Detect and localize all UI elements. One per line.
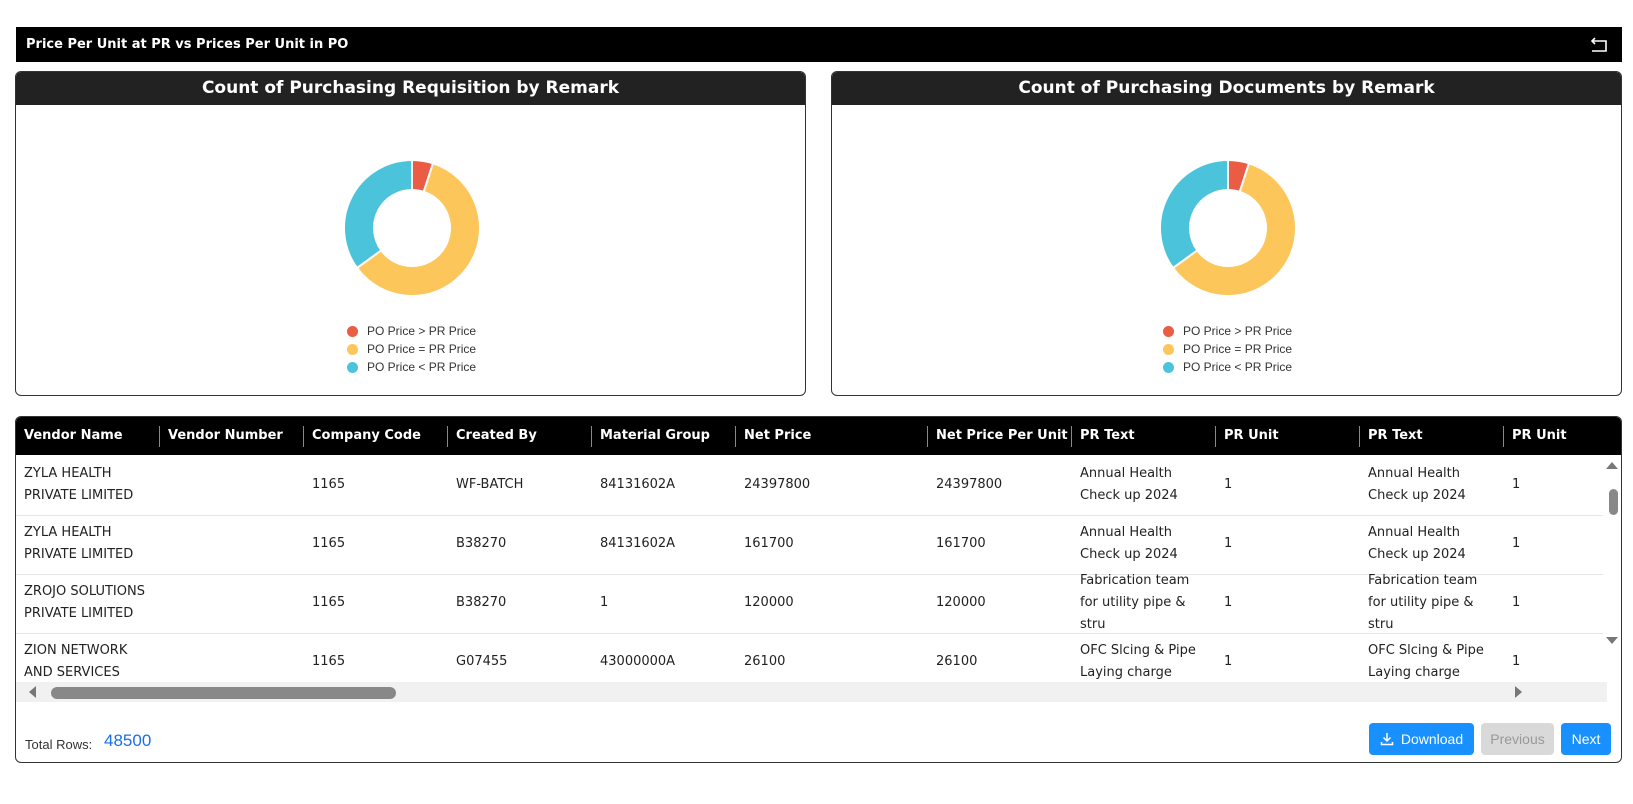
table-cell: Fabrication team for utility pipe & stru bbox=[1368, 573, 1478, 632]
legend-label: PO Price > PR Price bbox=[1183, 324, 1293, 338]
column-header[interactable]: Net Price Per Unit bbox=[928, 417, 1072, 455]
chart-title: Count of Purchasing Requisition by Remar… bbox=[16, 72, 805, 105]
table-cell: 24397800 bbox=[936, 477, 1003, 492]
chart-title: Count of Purchasing Documents by Remark bbox=[832, 72, 1621, 105]
table-cell bbox=[160, 455, 304, 515]
table-row[interactable]: ZROJO SOLUTIONS PRIVATE LIMITED 1165 B3827… bbox=[16, 573, 1603, 634]
table-cell bbox=[160, 573, 304, 633]
table-cell: 24397800 bbox=[744, 477, 811, 492]
table-cell: B38270 bbox=[456, 595, 507, 610]
table-cell: 120000 bbox=[744, 595, 794, 610]
table-cell: Annual Health Check up 2024 bbox=[1368, 525, 1466, 562]
legend-label: PO Price < PR Price bbox=[1183, 360, 1293, 374]
donut-chart-requisition bbox=[343, 158, 481, 297]
column-header[interactable]: Vendor Number bbox=[160, 417, 304, 455]
page-header: Price Per Unit at PR vs Prices Per Unit … bbox=[16, 27, 1622, 62]
horizontal-scrollbar[interactable] bbox=[16, 682, 1607, 702]
next-button[interactable]: Next bbox=[1561, 723, 1611, 755]
table-header: Vendor Name Vendor Number Company Code Crea… bbox=[16, 417, 1621, 455]
table-cell: 1 bbox=[1224, 477, 1233, 492]
table-cell: B38270 bbox=[456, 536, 507, 551]
legend-dot bbox=[347, 343, 358, 355]
table-cell: Fabrication team for utility pipe & stru bbox=[1080, 573, 1190, 632]
legend-dot bbox=[347, 361, 358, 373]
legend-item-greater[interactable]: PO Price > PR Price bbox=[347, 322, 476, 340]
table-cell: ZYLA HEALTH PRIVATE LIMITED bbox=[24, 466, 134, 503]
table-cell: ZROJO SOLUTIONS PRIVATE LIMITED bbox=[24, 584, 145, 621]
table-cell: 1165 bbox=[312, 595, 346, 610]
table-row[interactable]: ZYLA HEALTH PRIVATE LIMITED 1165 WF-BATCH 8… bbox=[16, 455, 1603, 516]
legend-label: PO Price > PR Price bbox=[367, 324, 477, 338]
column-header[interactable]: Vendor Name bbox=[16, 417, 160, 455]
legend-dot bbox=[347, 325, 358, 337]
table-cell: 161700 bbox=[744, 536, 794, 551]
table-cell: Annual Health Check up 2024 bbox=[1368, 466, 1466, 503]
table-cell: 1165 bbox=[312, 477, 346, 492]
scroll-up-icon[interactable] bbox=[1605, 459, 1619, 471]
table-cell: 1 bbox=[600, 595, 609, 610]
table-cell: Annual Health Check up 2024 bbox=[1080, 466, 1178, 503]
column-header[interactable]: PR Unit bbox=[1504, 417, 1621, 455]
table-cell: 1 bbox=[1224, 536, 1233, 551]
download-icon bbox=[1380, 733, 1394, 746]
donut-slice-2[interactable] bbox=[343, 158, 413, 270]
legend-label: PO Price = PR Price bbox=[367, 342, 477, 356]
donut-slice-2[interactable] bbox=[1159, 158, 1229, 270]
download-label: Download bbox=[1400, 731, 1464, 747]
legend-dot bbox=[1163, 361, 1174, 373]
column-header[interactable]: PR Unit bbox=[1216, 417, 1360, 455]
scroll-right-icon[interactable] bbox=[1513, 685, 1525, 699]
table-cell: 1 bbox=[1512, 477, 1521, 492]
legend-item-less[interactable]: PO Price < PR Price bbox=[347, 358, 476, 376]
total-rows-label: Total Rows: bbox=[25, 737, 93, 752]
table-cell: ZYLA HEALTH PRIVATE LIMITED bbox=[24, 525, 134, 562]
chart-legend: PO Price > PR Price PO Price = PR Price … bbox=[1163, 322, 1292, 376]
legend-label: PO Price < PR Price bbox=[367, 360, 477, 374]
page-title: Price Per Unit at PR vs Prices Per Unit … bbox=[26, 37, 349, 52]
table-cell bbox=[160, 514, 304, 574]
table-cell: 161700 bbox=[936, 536, 986, 551]
legend-item-equal[interactable]: PO Price = PR Price bbox=[347, 340, 476, 358]
legend-label: PO Price = PR Price bbox=[1183, 342, 1293, 356]
table-cell: 1165 bbox=[312, 536, 346, 551]
vertical-scroll-thumb[interactable] bbox=[1609, 489, 1618, 515]
table-cell: 84131602A bbox=[600, 536, 676, 551]
table-row[interactable]: ZYLA HEALTH PRIVATE LIMITED 1165 B38270 841… bbox=[16, 514, 1603, 575]
chart-legend: PO Price > PR Price PO Price = PR Price … bbox=[347, 322, 476, 376]
column-header[interactable]: Company Code bbox=[304, 417, 448, 455]
legend-item-equal[interactable]: PO Price = PR Price bbox=[1163, 340, 1292, 358]
horizontal-scroll-thumb[interactable] bbox=[51, 687, 396, 699]
back-icon[interactable] bbox=[1591, 36, 1608, 53]
chart-card-requisition: Count of Purchasing Requisition by Remar… bbox=[15, 71, 806, 396]
column-header[interactable]: Net Price bbox=[736, 417, 928, 455]
column-header[interactable]: PR Text bbox=[1360, 417, 1504, 455]
legend-dot bbox=[1163, 343, 1174, 355]
column-header[interactable]: Created By bbox=[448, 417, 592, 455]
table-body[interactable]: ZYLA HEALTH PRIVATE LIMITED 1165 WF-BATCH 8… bbox=[16, 455, 1603, 700]
vertical-scrollbar[interactable] bbox=[1605, 459, 1619, 691]
table-cell: Annual Health Check up 2024 bbox=[1080, 525, 1178, 562]
table-cell: 1 bbox=[1512, 595, 1521, 610]
table-cell: 120000 bbox=[936, 595, 986, 610]
legend-item-greater[interactable]: PO Price > PR Price bbox=[1163, 322, 1292, 340]
scroll-down-icon[interactable] bbox=[1605, 635, 1619, 647]
table-cell: WF-BATCH bbox=[456, 477, 524, 492]
donut-chart-documents bbox=[1159, 158, 1297, 297]
scroll-left-icon[interactable] bbox=[26, 685, 38, 699]
table-cell: 1 bbox=[1512, 536, 1521, 551]
column-header[interactable]: Material Group bbox=[592, 417, 736, 455]
chart-card-documents: Count of Purchasing Documents by Remark … bbox=[831, 71, 1622, 396]
legend-dot bbox=[1163, 325, 1174, 337]
table-cell: 84131602A bbox=[600, 477, 676, 492]
legend-item-less[interactable]: PO Price < PR Price bbox=[1163, 358, 1292, 376]
download-button[interactable]: Download bbox=[1369, 723, 1474, 755]
previous-button[interactable]: Previous bbox=[1481, 723, 1554, 755]
column-header[interactable]: PR Text bbox=[1072, 417, 1216, 455]
table-cell: 1 bbox=[1224, 595, 1233, 610]
total-rows-value: 48500 bbox=[104, 731, 152, 750]
data-table: Vendor Name Vendor Number Company Code Crea… bbox=[15, 416, 1622, 763]
